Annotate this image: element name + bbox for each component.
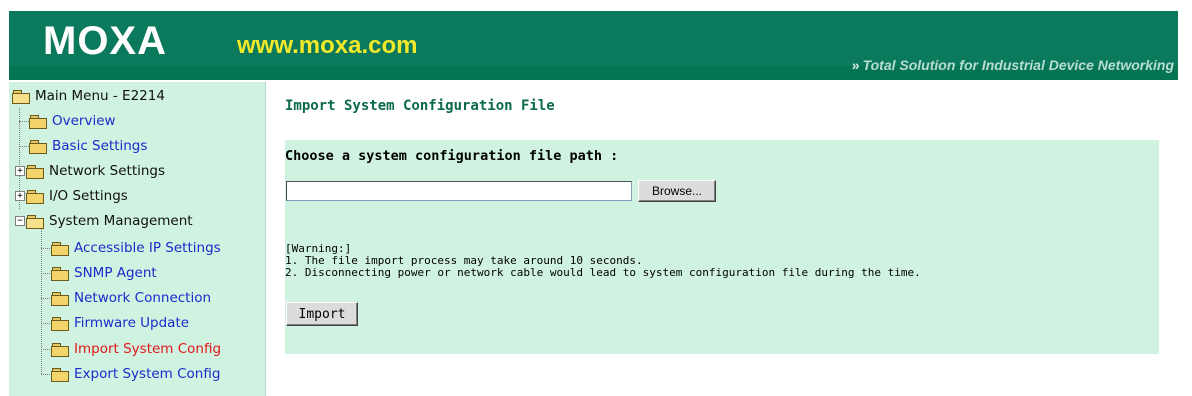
file-path-input[interactable] [286,181,632,201]
sidebar-root[interactable]: Main Menu - E2214 [12,85,165,107]
sidebar-item-network-connection[interactable]: Network Connection [51,287,211,309]
folder-icon [26,189,44,204]
collapse-minus-icon[interactable]: − [15,216,25,226]
file-path-heading: Choose a system configuration file path … [285,148,619,164]
sidebar-item-label: Accessible IP Settings [74,240,221,256]
sidebar-item-export-system-config[interactable]: Export System Config [51,363,220,385]
folder-icon [51,342,69,357]
sidebar-root-label: Main Menu - E2214 [35,88,165,104]
sidebar-item-basic-settings[interactable]: Basic Settings [29,135,147,157]
folder-icon [51,241,69,256]
sidebar-item-label: Export System Config [74,366,221,382]
sidebar-item-network-settings[interactable]: + Network Settings [15,160,165,182]
sidebar-item-system-management[interactable]: − System Management [15,210,193,232]
browse-button[interactable]: Browse... [638,180,716,202]
import-button[interactable]: Import [286,302,358,326]
folder-icon [29,114,47,129]
warning-block: [Warning:] 1. The file import process may… [285,243,921,279]
expand-plus-icon[interactable]: + [15,191,25,201]
sidebar-item-label: I/O Settings [49,188,128,204]
double-chevron-icon: » [851,57,860,73]
tree-guide-line [41,298,50,299]
tree-guide-line [41,229,42,374]
sidebar-item-label: Basic Settings [52,138,148,154]
header-banner: MOXA www.moxa.com » Total Solution for In… [9,11,1178,80]
sidebar-item-snmp-agent[interactable]: SNMP Agent [51,262,157,284]
tree-guide-line [19,146,29,147]
import-panel: Choose a system configuration file path … [285,140,1159,354]
folder-icon [51,367,69,382]
folder-open-icon [26,214,44,229]
sidebar-item-label: System Management [49,213,193,229]
page-title: Import System Configuration File [285,98,555,114]
tree-guide-line [41,374,50,375]
folder-icon [51,316,69,331]
tree-guide-line [19,121,29,122]
sidebar-item-label: Network Settings [49,163,166,179]
folder-icon [26,164,44,179]
folder-icon [29,139,47,154]
sidebar: Main Menu - E2214 Overview Basic Setting… [9,82,266,396]
warning-line: 2. Disconnecting power or network cable … [285,266,921,279]
sidebar-item-label: Overview [52,113,116,129]
tree-guide-line [41,273,50,274]
sidebar-item-label: Firmware Update [74,315,190,331]
tagline-text: Total Solution for Industrial Device Net… [862,57,1174,73]
sidebar-item-firmware-update[interactable]: Firmware Update [51,312,189,334]
tree-guide-line [41,248,50,249]
sidebar-item-overview[interactable]: Overview [29,110,116,132]
expand-plus-icon[interactable]: + [15,166,25,176]
sidebar-item-accessible-ip-settings[interactable]: Accessible IP Settings [51,237,221,259]
sidebar-item-label: Network Connection [74,290,212,306]
sidebar-item-label: Import System Config [74,341,222,357]
folder-open-icon [12,89,30,104]
moxa-logo: MOXA [43,19,167,63]
tree-guide-line [41,323,50,324]
folder-icon [51,291,69,306]
sidebar-item-import-system-config[interactable]: Import System Config [51,338,221,360]
site-url: www.moxa.com [237,32,418,59]
sidebar-item-io-settings[interactable]: + I/O Settings [15,185,128,207]
tree-guide-line [41,349,50,350]
tagline: » Total Solution for Industrial Device Ne… [852,57,1174,73]
folder-icon [51,266,69,281]
sidebar-item-label: SNMP Agent [74,265,157,281]
